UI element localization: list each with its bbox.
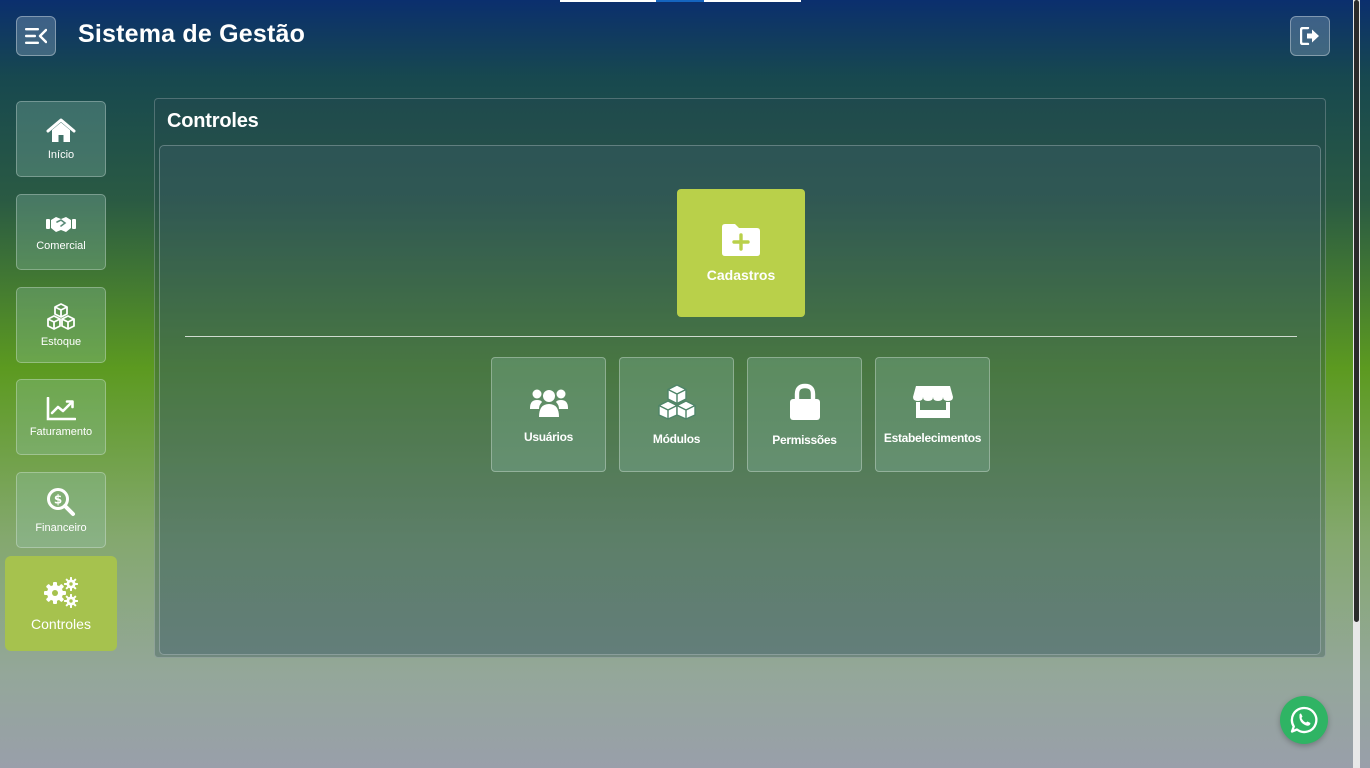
sidebar-item-label: Controles [31, 615, 91, 632]
sidebar-item-label: Início [47, 148, 75, 161]
tile-modulos[interactable]: Módulos [619, 357, 734, 472]
svg-text:$: $ [54, 492, 62, 506]
cubes-icon [47, 302, 75, 330]
app-title: Sistema de Gestão [78, 20, 306, 48]
sidebar-item-faturamento[interactable]: Faturamento [16, 379, 106, 455]
lock-icon [789, 383, 820, 420]
home-icon [46, 118, 76, 142]
sidebar-item-label: Comercial [36, 239, 86, 252]
tile-label: Estabelecimentos [883, 430, 982, 445]
whatsapp-icon [1290, 706, 1318, 734]
sidebar-item-estoque[interactable]: Estoque [16, 287, 106, 363]
sidebar-item-label: Faturamento [29, 425, 93, 438]
cubes-icon [657, 383, 696, 420]
menu-toggle-button[interactable] [16, 16, 56, 56]
scrollbar-thumb[interactable] [1354, 0, 1359, 622]
top-progress-strip [560, 0, 801, 2]
users-icon [529, 389, 568, 417]
tile-label: Módulos [652, 431, 701, 446]
menu-collapse-icon [25, 28, 47, 44]
whatsapp-button[interactable] [1280, 696, 1328, 744]
sidebar-item-comercial[interactable]: Comercial [16, 194, 106, 270]
folder-plus-icon [722, 224, 760, 256]
controls-panel: Controles Cadastros Usuários Módulos Per… [154, 98, 1326, 658]
tile-label: Permissões [772, 432, 837, 447]
tile-usuarios[interactable]: Usuários [491, 357, 606, 472]
sidebar-item-controles[interactable]: Controles [5, 556, 117, 651]
logout-icon [1300, 27, 1319, 45]
divider [185, 336, 1297, 337]
tile-permissoes[interactable]: Permissões [747, 357, 862, 472]
panel-content: Cadastros Usuários Módulos Permissões Es… [159, 145, 1321, 655]
store-icon [912, 385, 953, 418]
chart-line-icon [46, 396, 76, 420]
sidebar-item-financeiro[interactable]: $ Financeiro [16, 472, 106, 548]
sidebar-item-inicio[interactable]: Início [16, 101, 106, 177]
logout-button[interactable] [1290, 16, 1330, 56]
search-dollar-icon: $ [47, 487, 75, 516]
sidebar-item-label: Estoque [40, 335, 82, 348]
cadastros-button[interactable]: Cadastros [677, 189, 805, 317]
sidebar-item-label: Financeiro [35, 521, 87, 534]
gears-icon [44, 576, 78, 608]
cadastros-label: Cadastros [706, 267, 776, 283]
tile-label: Usuários [524, 429, 573, 444]
tile-estabelecimentos[interactable]: Estabelecimentos [875, 357, 990, 472]
panel-title: Controles [167, 110, 259, 132]
handshake-icon [46, 216, 76, 232]
